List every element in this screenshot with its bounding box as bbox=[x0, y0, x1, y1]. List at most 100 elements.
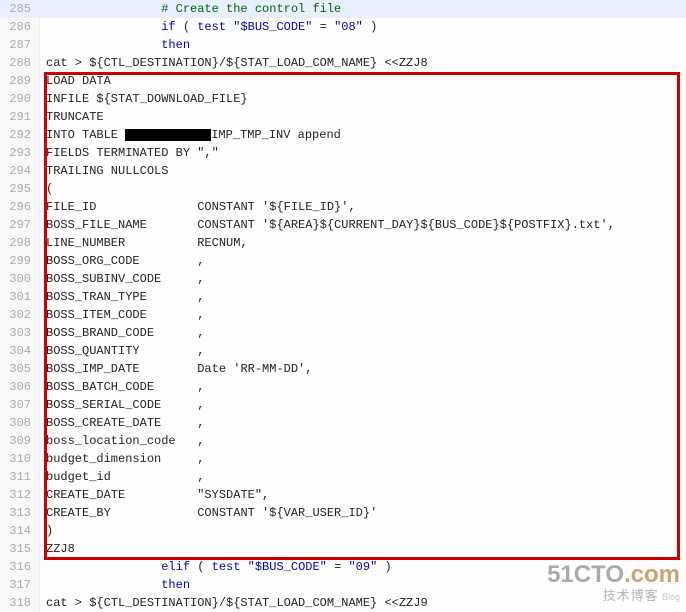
line-number: 305 bbox=[0, 360, 40, 378]
code-line: 288cat > ${CTL_DESTINATION}/${STAT_LOAD_… bbox=[0, 54, 686, 72]
line-number: 287 bbox=[0, 36, 40, 54]
watermark-blog: Blog bbox=[662, 592, 680, 602]
line-code: BOSS_CREATE_DATE , bbox=[40, 414, 204, 432]
line-code: TRUNCATE bbox=[40, 108, 104, 126]
line-code: elif ( test "$BUS_CODE" = "09" ) bbox=[40, 558, 392, 576]
line-number: 317 bbox=[0, 576, 40, 594]
line-number: 306 bbox=[0, 378, 40, 396]
line-code: CREATE_DATE "SYSDATE", bbox=[40, 486, 269, 504]
code-line: 314) bbox=[0, 522, 686, 540]
code-line: 291TRUNCATE bbox=[0, 108, 686, 126]
code-line: 296FILE_ID CONSTANT '${FILE_ID}', bbox=[0, 198, 686, 216]
line-code: BOSS_SUBINV_CODE , bbox=[40, 270, 204, 288]
line-code: BOSS_TRAN_TYPE , bbox=[40, 288, 204, 306]
code-line: 302BOSS_ITEM_CODE , bbox=[0, 306, 686, 324]
line-number: 300 bbox=[0, 270, 40, 288]
line-code: budget_dimension , bbox=[40, 450, 204, 468]
line-number: 285 bbox=[0, 0, 40, 18]
line-code: LOAD DATA bbox=[40, 72, 111, 90]
code-line: 303BOSS_BRAND_CODE , bbox=[0, 324, 686, 342]
line-code: TRAILING NULLCOLS bbox=[40, 162, 168, 180]
line-number: 298 bbox=[0, 234, 40, 252]
line-number: 295 bbox=[0, 180, 40, 198]
line-code: ZZJ8 bbox=[40, 540, 75, 558]
code-line: 304BOSS_QUANTITY , bbox=[0, 342, 686, 360]
line-code: INFILE ${STAT_DOWNLOAD_FILE} bbox=[40, 90, 248, 108]
code-line: 287 then bbox=[0, 36, 686, 54]
line-number: 318 bbox=[0, 594, 40, 612]
line-number: 303 bbox=[0, 324, 40, 342]
code-line: 285 # Create the control file bbox=[0, 0, 686, 18]
watermark-text-com: .com bbox=[624, 561, 680, 588]
code-line: 315ZZJ8 bbox=[0, 540, 686, 558]
watermark-sub: 技术博客 bbox=[603, 588, 659, 603]
redacted-block bbox=[125, 129, 211, 141]
line-code: then bbox=[40, 36, 190, 54]
code-line: 290INFILE ${STAT_DOWNLOAD_FILE} bbox=[0, 90, 686, 108]
line-code: BOSS_ORG_CODE , bbox=[40, 252, 204, 270]
line-number: 299 bbox=[0, 252, 40, 270]
line-code: BOSS_IMP_DATE Date 'RR-MM-DD', bbox=[40, 360, 312, 378]
code-line: 306BOSS_BATCH_CODE , bbox=[0, 378, 686, 396]
line-number: 289 bbox=[0, 72, 40, 90]
line-number: 296 bbox=[0, 198, 40, 216]
code-line: 292INTO TABLE IMP_TMP_INV append bbox=[0, 126, 686, 144]
code-line: 305BOSS_IMP_DATE Date 'RR-MM-DD', bbox=[0, 360, 686, 378]
code-line: 309boss_location_code , bbox=[0, 432, 686, 450]
line-number: 313 bbox=[0, 504, 40, 522]
code-line: 299BOSS_ORG_CODE , bbox=[0, 252, 686, 270]
line-number: 316 bbox=[0, 558, 40, 576]
line-code: BOSS_BATCH_CODE , bbox=[40, 378, 204, 396]
line-code: # Create the control file bbox=[40, 0, 341, 18]
line-number: 309 bbox=[0, 432, 40, 450]
line-code: FIELDS TERMINATED BY "," bbox=[40, 144, 219, 162]
line-code: ( bbox=[40, 180, 53, 198]
line-code: if ( test "$BUS_CODE" = "08" ) bbox=[40, 18, 377, 36]
line-number: 311 bbox=[0, 468, 40, 486]
line-number: 297 bbox=[0, 216, 40, 234]
line-number: 310 bbox=[0, 450, 40, 468]
line-number: 290 bbox=[0, 90, 40, 108]
line-number: 307 bbox=[0, 396, 40, 414]
line-code: BOSS_BRAND_CODE , bbox=[40, 324, 204, 342]
line-code: BOSS_FILE_NAME CONSTANT '${AREA}${CURREN… bbox=[40, 216, 615, 234]
line-code: BOSS_SERIAL_CODE , bbox=[40, 396, 204, 414]
code-line: 289LOAD DATA bbox=[0, 72, 686, 90]
line-code: budget_id , bbox=[40, 468, 204, 486]
line-number: 315 bbox=[0, 540, 40, 558]
code-line: 310budget_dimension , bbox=[0, 450, 686, 468]
line-number: 292 bbox=[0, 126, 40, 144]
code-line: 308BOSS_CREATE_DATE , bbox=[0, 414, 686, 432]
code-line: 286 if ( test "$BUS_CODE" = "08" ) bbox=[0, 18, 686, 36]
line-code: BOSS_ITEM_CODE , bbox=[40, 306, 204, 324]
code-line: 307BOSS_SERIAL_CODE , bbox=[0, 396, 686, 414]
line-code: FILE_ID CONSTANT '${FILE_ID}', bbox=[40, 198, 356, 216]
line-number: 301 bbox=[0, 288, 40, 306]
line-code: cat > ${CTL_DESTINATION}/${STAT_LOAD_COM… bbox=[40, 54, 428, 72]
line-code: BOSS_QUANTITY , bbox=[40, 342, 204, 360]
watermark-text-main: 51CTO bbox=[547, 561, 624, 588]
line-number: 314 bbox=[0, 522, 40, 540]
code-line: 297BOSS_FILE_NAME CONSTANT '${AREA}${CUR… bbox=[0, 216, 686, 234]
line-number: 302 bbox=[0, 306, 40, 324]
code-line: 300BOSS_SUBINV_CODE , bbox=[0, 270, 686, 288]
watermark: 51CTO.com 技术博客 Blog bbox=[547, 561, 680, 604]
code-line: 298LINE_NUMBER RECNUM, bbox=[0, 234, 686, 252]
code-listing: 285 # Create the control file286 if ( te… bbox=[0, 0, 686, 612]
code-line: 294TRAILING NULLCOLS bbox=[0, 162, 686, 180]
line-number: 288 bbox=[0, 54, 40, 72]
line-code: boss_location_code , bbox=[40, 432, 204, 450]
line-code: CREATE_BY CONSTANT '${VAR_USER_ID}' bbox=[40, 504, 377, 522]
line-code: ) bbox=[40, 522, 53, 540]
line-number: 304 bbox=[0, 342, 40, 360]
code-line: 312CREATE_DATE "SYSDATE", bbox=[0, 486, 686, 504]
line-number: 312 bbox=[0, 486, 40, 504]
line-code: INTO TABLE IMP_TMP_INV append bbox=[40, 126, 341, 144]
line-number: 286 bbox=[0, 18, 40, 36]
code-line: 295( bbox=[0, 180, 686, 198]
line-code: then bbox=[40, 576, 190, 594]
line-number: 293 bbox=[0, 144, 40, 162]
line-number: 291 bbox=[0, 108, 40, 126]
code-line: 301BOSS_TRAN_TYPE , bbox=[0, 288, 686, 306]
code-line: 313CREATE_BY CONSTANT '${VAR_USER_ID}' bbox=[0, 504, 686, 522]
